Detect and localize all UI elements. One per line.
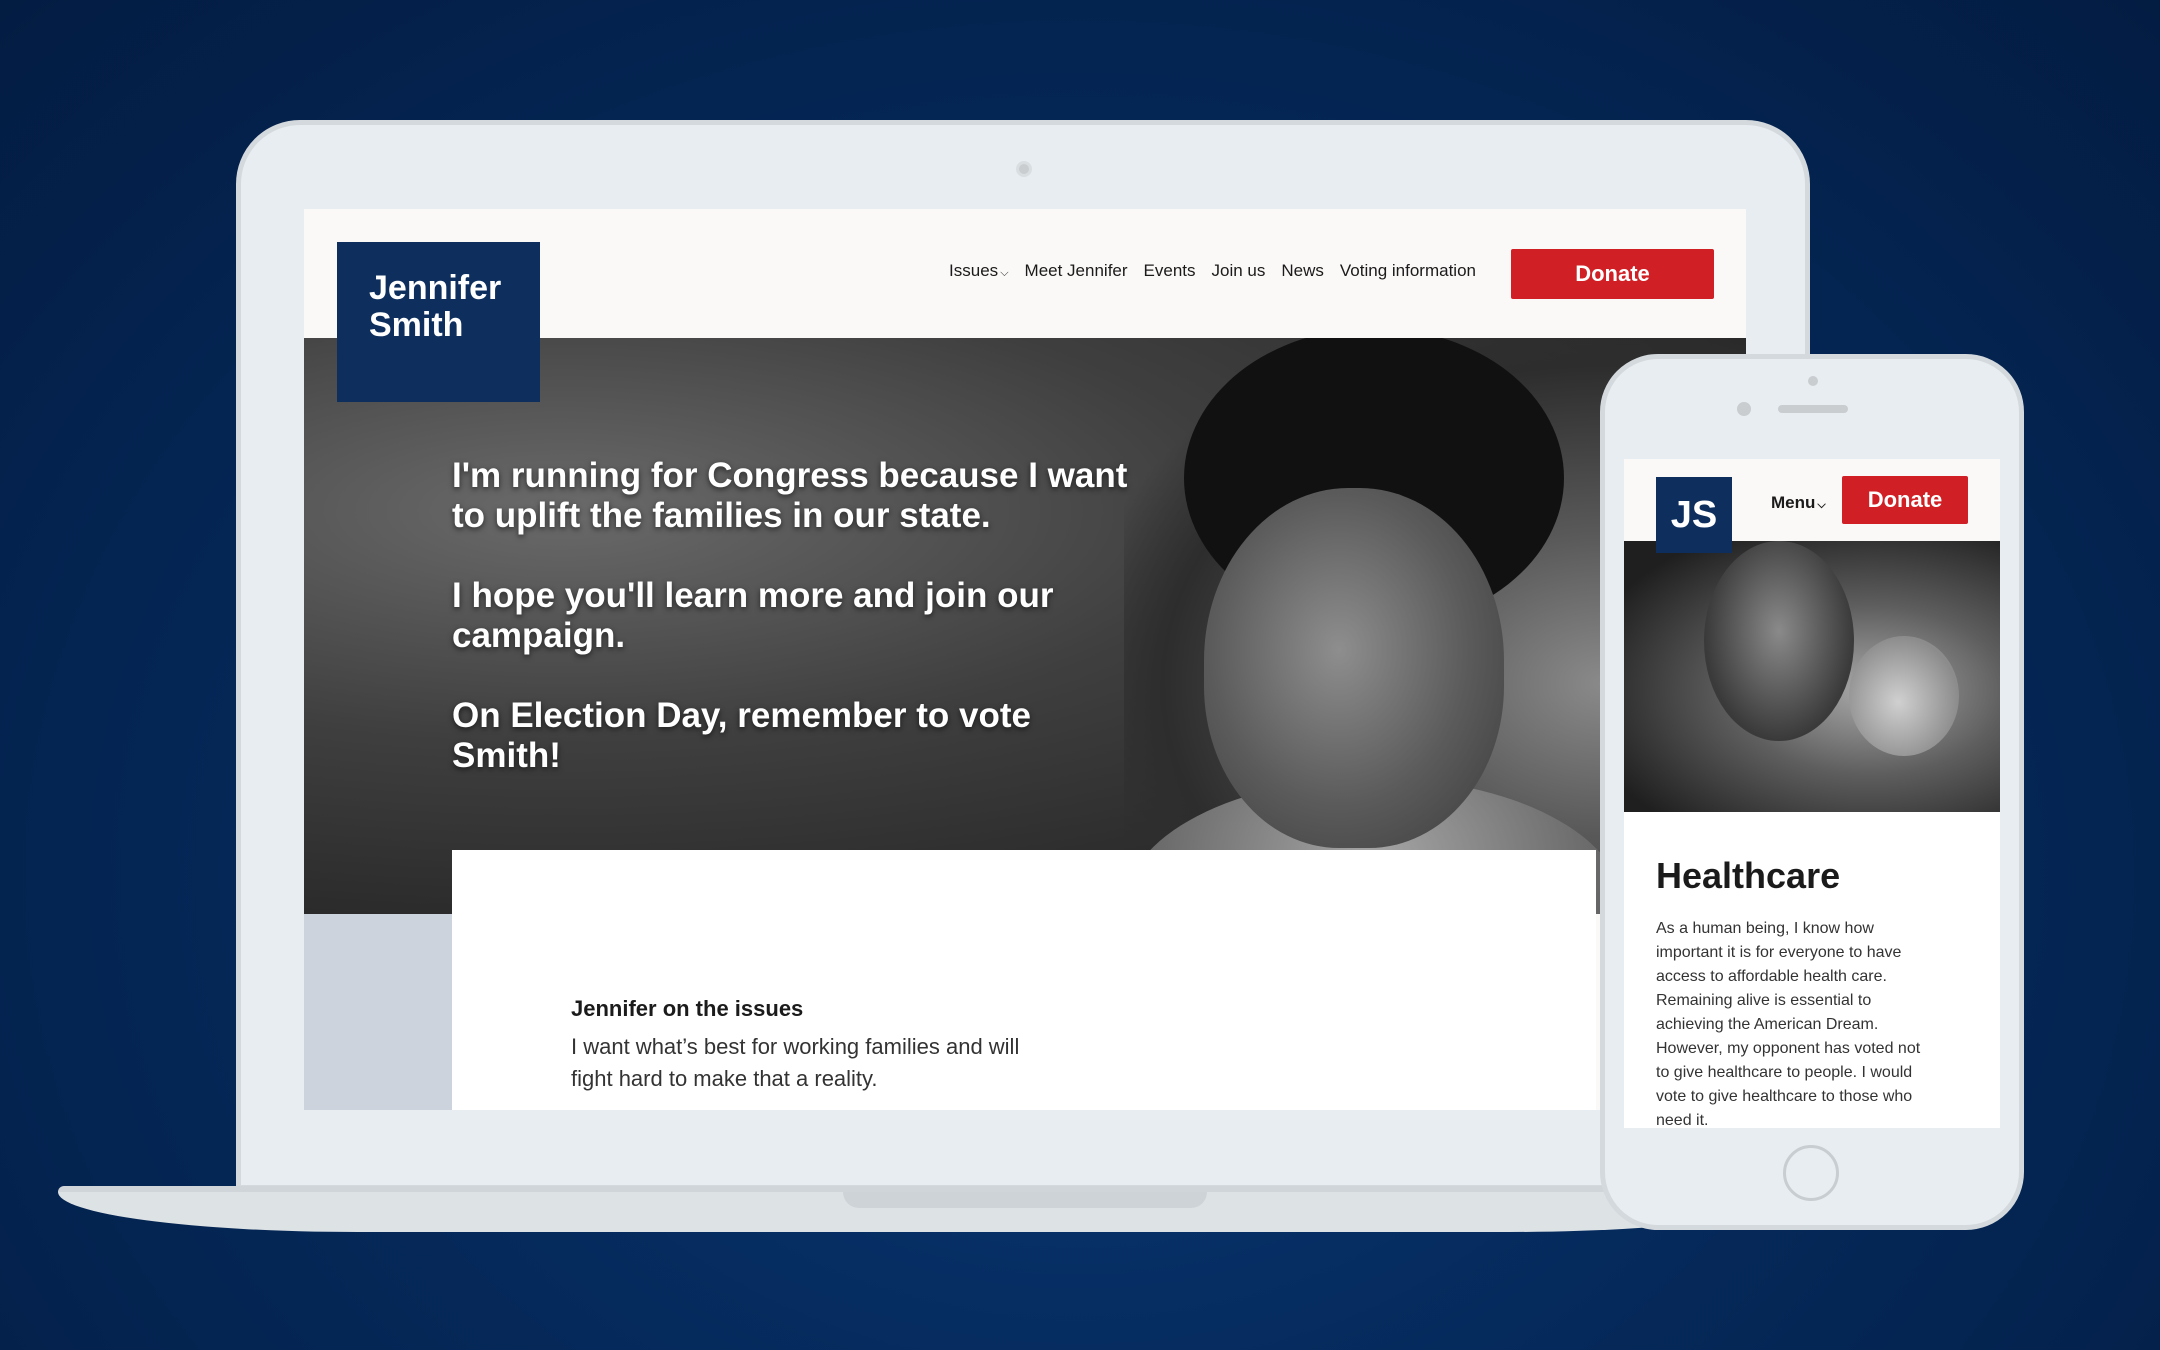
site-logo[interactable]: Jennifer Smith	[337, 242, 540, 402]
photo-baby	[1849, 636, 1959, 756]
hero-paragraph: On Election Day, remember to vote Smith!	[452, 696, 1031, 775]
mobile-donate-button[interactable]: Donate	[1842, 476, 1968, 524]
hero-text: I'm running for Congress because I want …	[452, 456, 1132, 816]
hero-paragraph: I'm running for Congress because I want …	[452, 456, 1128, 535]
nav-events[interactable]: Events	[1144, 261, 1196, 281]
section-body: As a human being, I know how important i…	[1656, 920, 1921, 1128]
nav-news[interactable]: News	[1281, 261, 1324, 281]
phone-home-button[interactable]	[1783, 1145, 1839, 1201]
hero-section: I'm running for Congress because I want …	[304, 338, 1746, 914]
laptop-camera	[1016, 161, 1032, 177]
logo-line-2: Smith	[369, 306, 464, 344]
logo-line-1: Jennifer	[369, 269, 502, 307]
section-title: Healthcare	[1656, 855, 1841, 896]
mobile-site: Menu ⌵ Donate JS Healthcare As a human be…	[1624, 459, 2000, 1128]
photo-mother	[1704, 541, 1854, 741]
laptop-notch	[843, 1192, 1207, 1208]
donate-button[interactable]: Donate	[1511, 249, 1714, 299]
healthcare-photo	[1624, 541, 2000, 812]
nav-meet-jennifer[interactable]: Meet Jennifer	[1025, 261, 1128, 281]
phone-speaker	[1778, 405, 1848, 413]
chevron-down-icon: ⌵	[1000, 267, 1009, 279]
nav-voting-information[interactable]: Voting information	[1340, 261, 1476, 281]
desktop-site: Issues ⌵ Meet Jennifer Events Join us New…	[304, 209, 1746, 1110]
main-nav: Issues ⌵ Meet Jennifer Events Join us New…	[949, 261, 1476, 281]
nav-join-us[interactable]: Join us	[1212, 261, 1266, 281]
issues-card: Jennifer on the issues I want what’s bes…	[452, 850, 1596, 1110]
chevron-down-icon: ⌵	[1817, 499, 1826, 511]
issues-body: I want what’s best for working families …	[571, 1034, 1020, 1091]
menu-button[interactable]: Menu ⌵	[1771, 493, 1826, 513]
side-accent	[304, 914, 452, 1110]
nav-issues[interactable]: Issues ⌵	[949, 261, 1008, 281]
phone-sensor	[1808, 376, 1818, 386]
issues-title: Jennifer on the issues	[571, 996, 804, 1021]
hero-photo-face	[1204, 488, 1504, 848]
mobile-logo[interactable]: JS	[1656, 477, 1732, 553]
phone-camera	[1737, 402, 1751, 416]
hero-paragraph: I hope you'll learn more and join our ca…	[452, 576, 1054, 655]
